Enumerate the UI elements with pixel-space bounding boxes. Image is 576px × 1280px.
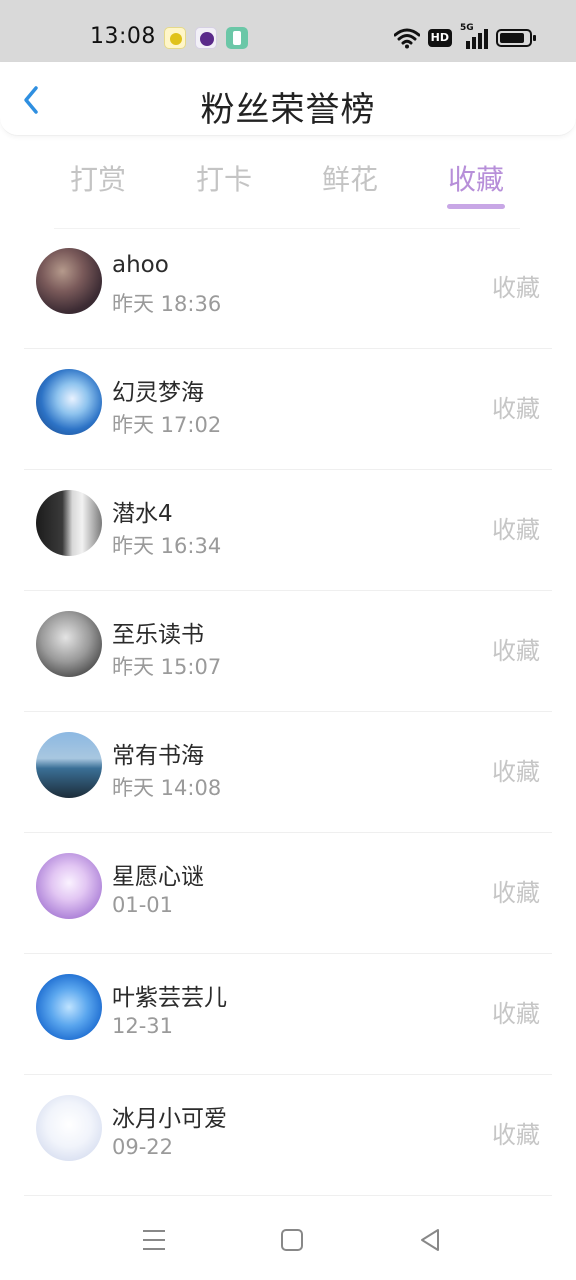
list-item[interactable]: ahoo 昨天 18:36 收藏 — [0, 228, 576, 349]
fan-action-label: 收藏 — [492, 395, 540, 423]
fan-name: 叶紫芸芸儿 — [112, 985, 227, 1011]
fan-time: 昨天 14:08 — [112, 776, 222, 800]
fan-time: 昨天 16:34 — [112, 534, 222, 558]
yellow-app-icon — [164, 27, 186, 49]
fan-time: 昨天 18:36 — [112, 292, 222, 316]
network-type-label: 5G — [460, 23, 474, 33]
tab-favorites[interactable]: 收藏 — [448, 158, 504, 198]
list-item[interactable]: 潜水4 昨天 16:34 收藏 — [0, 470, 576, 591]
avatar[interactable] — [36, 732, 102, 798]
page-header: 粉丝荣誉榜 — [0, 62, 576, 136]
menu-icon — [143, 1230, 165, 1250]
fan-name: ahoo — [112, 252, 169, 278]
avatar[interactable] — [36, 369, 102, 435]
fan-time: 01-01 — [112, 893, 174, 917]
list-item[interactable]: 星愿心谜 01-01 收藏 — [0, 833, 576, 954]
status-time: 13:08 — [90, 24, 156, 49]
list-item[interactable]: 常有书海 昨天 14:08 收藏 — [0, 712, 576, 833]
wifi-icon — [393, 27, 421, 49]
list-item[interactable]: 至乐读书 昨天 15:07 收藏 — [0, 591, 576, 712]
tab-indicator — [447, 204, 505, 209]
avatar[interactable] — [36, 490, 102, 556]
fan-name: 常有书海 — [112, 743, 204, 769]
signal-icon: 5G — [460, 23, 488, 49]
avatar[interactable] — [36, 853, 102, 919]
system-icons: HD 5G — [393, 23, 536, 50]
fan-name: 幻灵梦海 — [112, 380, 204, 406]
fan-time: 昨天 15:07 — [112, 655, 222, 679]
list-item[interactable]: 叶紫芸芸儿 12-31 收藏 — [0, 954, 576, 1075]
fan-time: 昨天 17:02 — [112, 413, 222, 437]
green-app-icon — [226, 27, 248, 49]
fan-time: 09-22 — [112, 1135, 174, 1159]
menu-button[interactable] — [138, 1224, 170, 1256]
fan-action-label: 收藏 — [492, 1121, 540, 1149]
avatar[interactable] — [36, 248, 102, 314]
fan-action-label: 收藏 — [492, 879, 540, 907]
list-divider — [24, 1195, 552, 1196]
fan-action-label: 收藏 — [492, 516, 540, 544]
avatar[interactable] — [36, 611, 102, 677]
system-nav-bar — [0, 1200, 576, 1280]
back-triangle-icon — [421, 1229, 439, 1251]
fan-name: 冰月小可爱 — [112, 1106, 227, 1132]
fan-action-label: 收藏 — [492, 1000, 540, 1028]
tab-bar: 打赏 打卡 鲜花 收藏 — [0, 150, 576, 214]
tab-flowers[interactable]: 鲜花 — [322, 158, 378, 198]
purple-app-icon — [195, 27, 217, 49]
fan-action-label: 收藏 — [492, 637, 540, 665]
fan-name: 至乐读书 — [112, 622, 204, 648]
avatar[interactable] — [36, 974, 102, 1040]
home-square-icon — [281, 1229, 303, 1251]
fan-action-label: 收藏 — [492, 758, 540, 786]
battery-icon — [496, 29, 536, 47]
fan-name: 星愿心谜 — [112, 864, 204, 890]
tab-tip[interactable]: 打赏 — [70, 158, 126, 198]
list-item[interactable]: 冰月小可爱 09-22 收藏 — [0, 1075, 576, 1196]
avatar[interactable] — [36, 1095, 102, 1161]
list-item[interactable]: 幻灵梦海 昨天 17:02 收藏 — [0, 349, 576, 470]
system-back-button[interactable] — [414, 1224, 446, 1256]
status-bar: 13:08 HD 5G — [0, 0, 576, 62]
tab-checkin[interactable]: 打卡 — [196, 158, 252, 198]
fan-time: 12-31 — [112, 1014, 174, 1038]
fan-action-label: 收藏 — [492, 274, 540, 302]
hd-icon: HD — [427, 29, 452, 47]
home-button[interactable] — [276, 1224, 308, 1256]
fan-name: 潜水4 — [112, 501, 173, 527]
page-title: 粉丝荣誉榜 — [200, 90, 376, 130]
